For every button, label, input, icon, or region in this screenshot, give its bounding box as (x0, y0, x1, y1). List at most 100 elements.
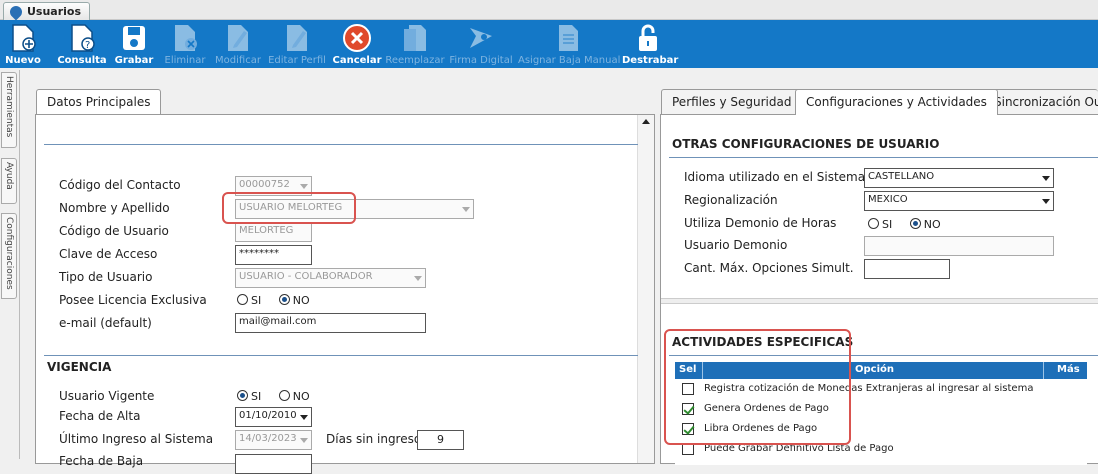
highlight-nombre-apellido (222, 192, 356, 224)
datos-principales-panel: Código del Contacto 00000752 Nombre y Ap… (35, 114, 655, 474)
clave-acceso-value: ******** (239, 248, 279, 259)
codigo-usuario-input[interactable]: MELORTEG (235, 222, 312, 242)
fecha-baja-select[interactable] (235, 454, 312, 474)
tab-datos-principales-label: Datos Principales (47, 95, 151, 109)
document-tab-usuarios[interactable]: Usuarios (3, 2, 90, 21)
app-logo-icon (7, 3, 25, 21)
radio-selected-icon (909, 218, 921, 229)
side-tab-ayuda-label: Ayuda (4, 162, 14, 190)
vigente-si-radio[interactable]: SI (237, 390, 261, 403)
cancel-icon (343, 24, 371, 52)
regionalizacion-select[interactable]: MEXICO (864, 191, 1054, 211)
destrabar-label: Destrabar (622, 55, 679, 66)
chevron-down-icon (300, 438, 308, 443)
replace-icon (404, 25, 426, 51)
save-icon (123, 26, 145, 50)
vigente-no-radio[interactable]: NO (278, 390, 310, 403)
fecha-baja-label: Fecha de Baja (59, 454, 144, 468)
tab-perfiles-seguridad[interactable]: Perfiles y Seguridad (661, 89, 803, 115)
nuevo-button[interactable]: Nuevo (0, 20, 46, 68)
tab-perfiles-seguridad-label: Perfiles y Seguridad (672, 95, 792, 109)
svg-text:?: ? (85, 40, 90, 51)
new-doc-icon (12, 24, 36, 52)
destrabar-button[interactable]: Destrabar (622, 20, 679, 68)
side-tab-strip: Herramientas Ayuda Configuraciones (0, 70, 18, 459)
assign-icon (559, 25, 578, 51)
vigente-si-label: SI (251, 390, 262, 403)
usuario-demonio-input[interactable] (864, 236, 1054, 256)
scroll-up-arrow-icon[interactable] (642, 119, 650, 124)
fecha-alta-select[interactable]: 01/10/2010 (235, 407, 312, 427)
side-tab-ayuda[interactable]: Ayuda (1, 158, 17, 204)
demonio-no-label: NO (923, 218, 941, 231)
eliminar-button[interactable]: Eliminar (160, 20, 210, 68)
tab-sincronizacion[interactable]: Sincronización Out (983, 89, 1098, 115)
tab-datos-principales[interactable]: Datos Principales (36, 89, 162, 115)
email-value: mail@mail.com (239, 316, 317, 327)
ultimo-ingreso-label: Último Ingreso al Sistema (59, 432, 214, 446)
regionalizacion-value: MEXICO (868, 194, 908, 205)
codigo-contacto-label: Código del Contacto (59, 178, 181, 192)
vertical-scrollbar[interactable] (637, 115, 654, 463)
consulta-button[interactable]: ? Consulta (54, 20, 110, 68)
highlight-actividades (664, 329, 851, 445)
cant-max-input[interactable] (864, 259, 950, 279)
reemplazar-button[interactable]: Reemplazar (384, 20, 446, 68)
otras-divider (669, 157, 1098, 158)
demonio-si-label: SI (882, 218, 893, 231)
ultimo-ingreso-select[interactable]: 14/03/2023 (235, 430, 312, 450)
tipo-usuario-value: USUARIO - COLABORADOR (239, 271, 373, 282)
document-tab-strip: Usuarios (0, 0, 1098, 21)
radio-icon (237, 294, 248, 305)
email-label: e-mail (default) (59, 316, 152, 330)
idioma-select[interactable]: CASTELLANO (864, 168, 1054, 188)
tab-configuraciones-actividades[interactable]: Configuraciones y Actividades (795, 89, 998, 115)
cancelar-button[interactable]: Cancelar (332, 20, 382, 68)
clave-acceso-input[interactable]: ******** (235, 245, 312, 265)
main-toolbar: Nuevo ? Consulta Grabar Eliminar Modific… (0, 20, 1098, 68)
licencia-si-label: SI (251, 294, 262, 307)
side-tab-configuraciones[interactable]: Configuraciones (1, 213, 17, 299)
nombre-apellido-label: Nombre y Apellido (59, 201, 170, 215)
side-divider (19, 70, 20, 459)
fecha-alta-label: Fecha de Alta (59, 409, 141, 423)
document-tab-label: Usuarios (27, 5, 82, 18)
chevron-down-icon (300, 184, 308, 189)
ultimo-ingreso-value: 14/03/2023 (239, 433, 297, 444)
edit-profile-icon (287, 25, 307, 51)
nuevo-label: Nuevo (5, 55, 41, 66)
radio-selected-icon (278, 294, 290, 305)
grabar-button[interactable]: Grabar (112, 20, 156, 68)
eliminar-label: Eliminar (164, 55, 206, 66)
licencia-label: Posee Licencia Exclusiva (59, 293, 207, 307)
editar-perfil-label: Editar Perfil (268, 55, 326, 66)
codigo-usuario-value: MELORTEG (239, 225, 294, 236)
asignar-baja-manual-button[interactable]: Asignar Baja Manual (518, 20, 620, 68)
licencia-si-radio[interactable]: SI (237, 294, 261, 307)
side-tab-herramientas[interactable]: Herramientas (1, 72, 17, 148)
demonio-si-radio[interactable]: SI (868, 218, 892, 231)
cancelar-label: Cancelar (332, 55, 382, 66)
licencia-no-radio[interactable]: NO (278, 294, 310, 307)
modificar-button[interactable]: Modificar (212, 20, 264, 68)
chevron-down-icon (1042, 199, 1050, 204)
firma-digital-button[interactable]: Firma Digital (448, 20, 514, 68)
demonio-horas-label: Utiliza Demonio de Horas (684, 216, 837, 230)
tipo-usuario-label: Tipo de Usuario (59, 270, 153, 284)
licencia-radio-group: SI NO (237, 294, 324, 307)
licencia-no-label: NO (292, 294, 310, 307)
otras-configuraciones-header: OTRAS CONFIGURACIONES DE USUARIO (672, 137, 940, 151)
chevron-down-icon (462, 207, 470, 212)
dias-sin-ingreso-value: 9 (417, 430, 464, 450)
email-input[interactable]: mail@mail.com (235, 313, 426, 333)
grid-col-mas: Más (1057, 364, 1080, 375)
idioma-label: Idioma utilizado en el Sistema (684, 170, 866, 184)
regionalizacion-label: Regionalización (684, 193, 778, 207)
editar-perfil-button[interactable]: Editar Perfil (268, 20, 326, 68)
demonio-no-radio[interactable]: NO (909, 218, 941, 231)
vigencia-divider (44, 355, 638, 356)
grabar-label: Grabar (114, 55, 154, 66)
tab-sincronizacion-label: Sincronización Out (994, 95, 1098, 109)
fecha-alta-value: 01/10/2010 (239, 410, 297, 421)
tipo-usuario-select[interactable]: USUARIO - COLABORADOR (235, 268, 426, 288)
